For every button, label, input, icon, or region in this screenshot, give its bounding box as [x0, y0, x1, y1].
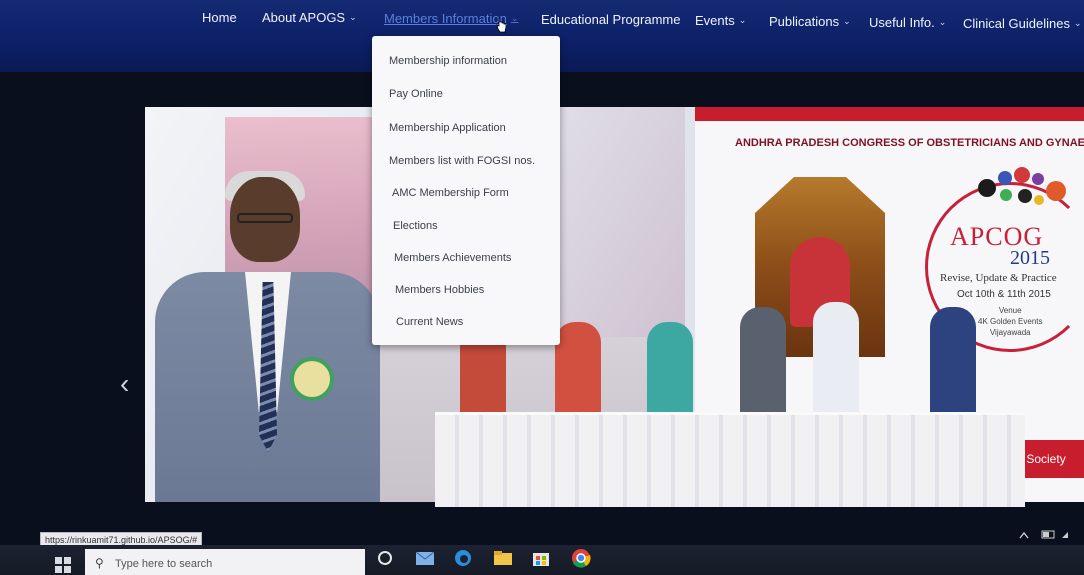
chevron-down-icon: ⌄ [1073, 18, 1082, 28]
dropdown-item-elections[interactable]: Elections [393, 220, 438, 232]
stage-table [435, 412, 1025, 507]
dropdown-item-members-hobbies[interactable]: Members Hobbies [395, 284, 484, 296]
nav-publications[interactable]: Publications ⌄ [769, 14, 851, 29]
windows-start-icon[interactable] [55, 557, 71, 573]
chevron-down-icon: ⌄ [738, 15, 747, 25]
chevron-down-icon: ⌄ [349, 12, 357, 22]
apcog-logo-year: 2015 [1010, 247, 1050, 269]
venue-label: Venue [998, 306, 1022, 315]
members-information-dropdown: Membership information Pay Online Member… [372, 36, 560, 345]
rosette-badge [290, 357, 334, 401]
apcog-tagline: Revise, Update & Practice [940, 272, 1057, 284]
pointer-cursor-icon [496, 17, 506, 33]
browser-status-url: https://rinkuamit71.github.io/APSOG/# [40, 532, 203, 546]
venue-city: Vijayawada [989, 328, 1031, 337]
nav-label: About APOGS [262, 10, 346, 25]
nav-label: Events [695, 13, 735, 28]
dignitary-figure [930, 307, 976, 427]
slider-prev-arrow[interactable]: ‹ [120, 368, 129, 400]
screen: Home About APOGS ⌄ Members Information ⌄… [0, 0, 1084, 575]
dignitary-figure [740, 307, 786, 427]
nav-label: Useful Info. [869, 15, 935, 30]
nav-useful-info[interactable]: Useful Info. ⌄ [869, 15, 946, 30]
search-icon: ⚲ [95, 556, 104, 570]
file-explorer-icon[interactable] [490, 547, 516, 569]
venue-name: 4K Golden Events [978, 317, 1043, 326]
store-icon[interactable] [528, 547, 554, 569]
nav-label: Clinical Guidelines [963, 16, 1070, 31]
speaker-photo [155, 171, 385, 502]
chevron-down-icon: ⌄ [843, 16, 851, 26]
chrome-browser-icon[interactable] [568, 547, 594, 569]
hero-slider: ANDHRA PRADESH CONGRESS OF OBSTETRICIANS… [145, 107, 1084, 507]
nav-educational-programme[interactable]: Educational Programme [541, 12, 680, 27]
apcog-venue: Venue 4K Golden Events Vijayawada [978, 305, 1042, 338]
nav-events[interactable]: Events ⌄ [695, 13, 746, 28]
banner-title: ANDHRA PRADESH CONGRESS OF OBSTETRICIANS… [735, 137, 1084, 149]
nav-clinical-guidelines[interactable]: Clinical Guidelines ⌄ [963, 16, 1082, 31]
mail-icon[interactable] [412, 547, 438, 569]
nav-label: Members Information [384, 11, 507, 26]
chevron-down-icon: ⌄ [510, 13, 519, 23]
nav-about-apogs[interactable]: About APOGS ⌄ [262, 10, 357, 25]
system-tray-icons[interactable] [1018, 528, 1078, 542]
nav-home[interactable]: Home [202, 10, 237, 25]
search-placeholder: Type here to search [115, 558, 213, 570]
cortana-icon[interactable] [372, 547, 398, 569]
banner-top-stripe [695, 107, 1084, 121]
nav-label: Educational Programme [541, 12, 681, 27]
chevron-down-icon: ⌄ [938, 17, 947, 27]
nav-label: Home [202, 10, 237, 25]
apcog-logo-dots [978, 167, 1078, 217]
dropdown-item-pay-online[interactable]: Pay Online [389, 88, 443, 100]
dropdown-item-membership-application[interactable]: Membership Application [389, 122, 506, 134]
dropdown-item-membership-information[interactable]: Membership information [389, 55, 507, 67]
nav-label: Publications [769, 14, 840, 29]
dropdown-item-current-news[interactable]: Current News [396, 316, 463, 328]
dropdown-item-members-achievements[interactable]: Members Achievements [394, 252, 511, 264]
dropdown-item-amc-membership-form[interactable]: AMC Membership Form [392, 187, 509, 199]
dignitary-figure [813, 302, 859, 422]
windows-taskbar: ⚲ Type here to search [0, 545, 1084, 575]
edge-browser-icon[interactable] [450, 547, 476, 569]
dropdown-item-members-list[interactable]: Members list with FOGSI nos. [389, 155, 535, 167]
taskbar-search-input[interactable]: ⚲ Type here to search [85, 549, 365, 575]
apcog-dates: Oct 10th & 11th 2015 [957, 289, 1051, 300]
